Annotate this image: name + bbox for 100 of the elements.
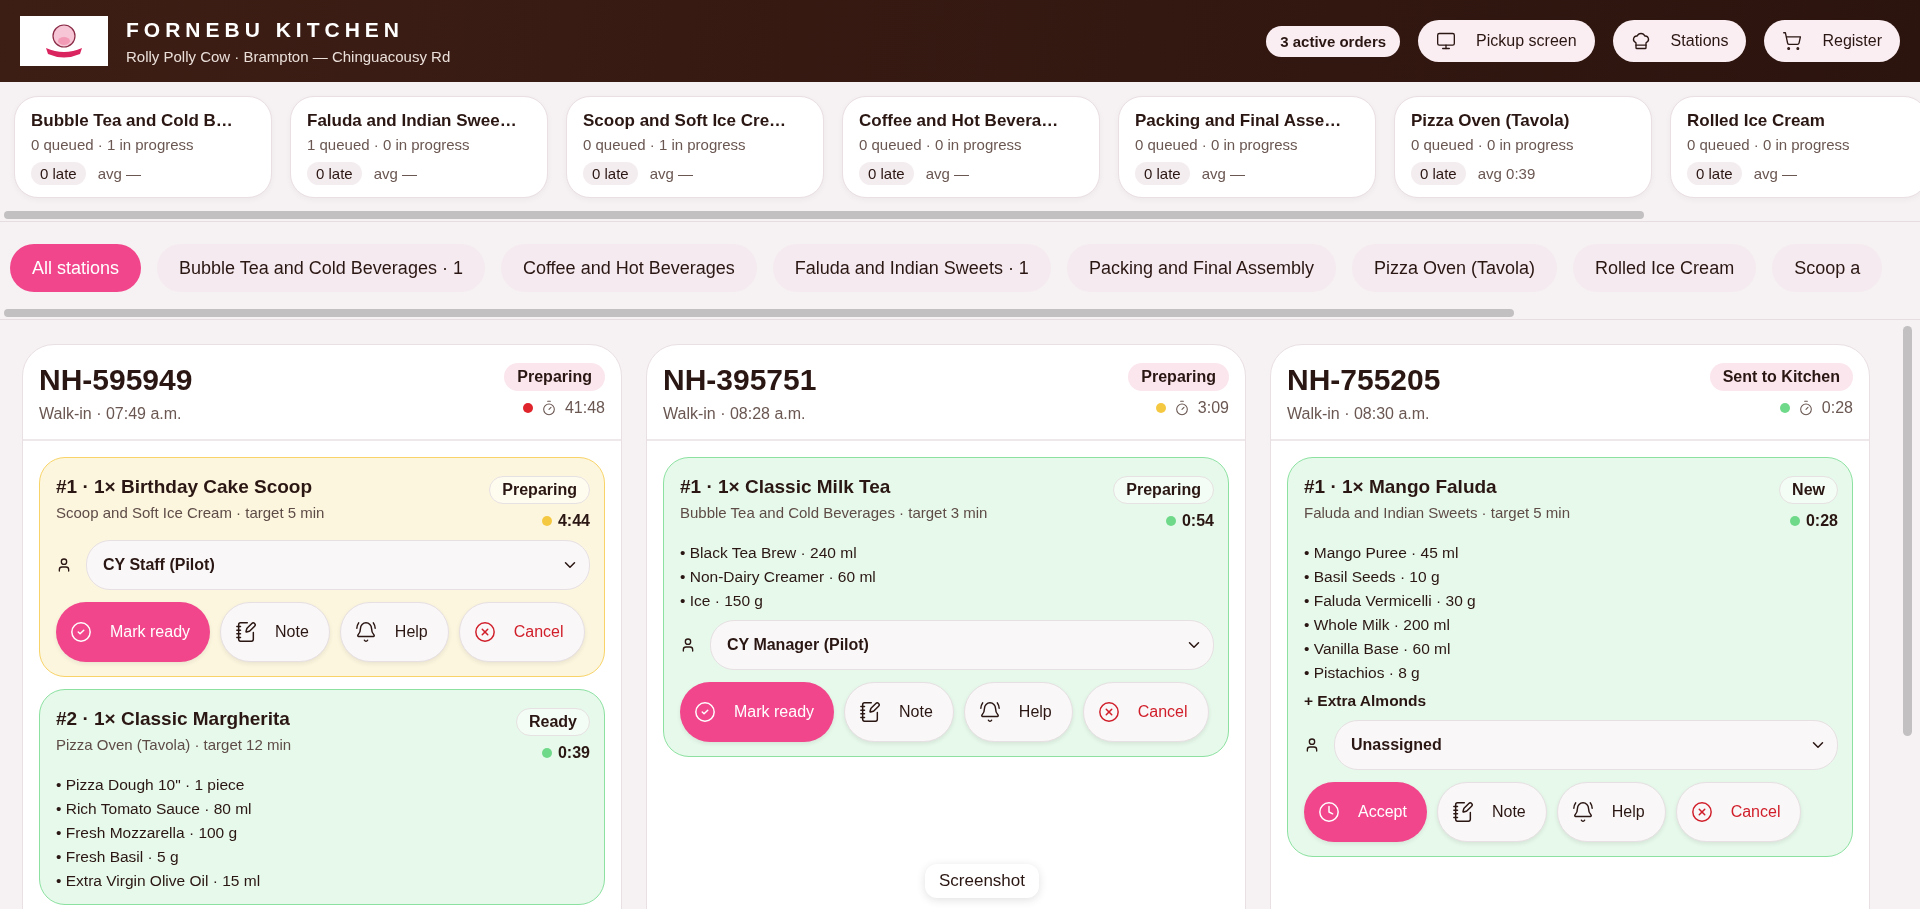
note-button[interactable]: Note xyxy=(1436,782,1547,842)
item-station: Faluda and Indian Sweets · target 5 min xyxy=(1304,504,1570,521)
cart-icon xyxy=(1782,31,1803,51)
station-counts: 0 queued · 0 in progress xyxy=(1687,136,1851,153)
monitor-icon xyxy=(1436,31,1457,51)
note-button[interactable]: Note xyxy=(844,682,954,742)
header-button[interactable]: Pickup screen xyxy=(1418,20,1595,62)
average-time: avg — xyxy=(925,165,970,182)
station-filter-chip[interactable]: Rolled Ice Cream xyxy=(1573,244,1757,292)
average-time: avg — xyxy=(1753,165,1798,182)
station-counts: 1 queued · 0 in progress xyxy=(307,136,471,153)
ingredient-line: • Ice · 150 g xyxy=(680,592,764,610)
order-meta: Walk-in · 07:49 a.m. xyxy=(39,405,183,423)
accept-button[interactable]: Accept xyxy=(1304,782,1427,842)
cancel-button[interactable]: Cancel xyxy=(1082,682,1209,742)
average-time: avg 0:39 xyxy=(1477,165,1536,182)
order-timer: 0:28 xyxy=(1821,399,1853,417)
order-timer: 41:48 xyxy=(564,399,605,417)
item-title: #1 · 1× Mango Faluda xyxy=(1304,476,1498,498)
assignee-select[interactable]: CY Staff (Pilot) xyxy=(86,540,590,590)
horizontal-scrollbar[interactable] xyxy=(4,211,1644,219)
stopwatch-icon xyxy=(1797,400,1814,416)
order-timer: 3:09 xyxy=(1197,399,1229,417)
extra-note: + Extra Almonds xyxy=(1304,692,1428,710)
ingredient-line: • Fresh Basil · 5 g xyxy=(56,848,180,866)
mark-ready-button[interactable]: Mark ready xyxy=(680,682,835,742)
stopwatch-icon xyxy=(1173,400,1190,416)
assignee-select[interactable]: Unassigned xyxy=(1334,720,1838,770)
assignee-select[interactable]: CY Manager (Pilot) xyxy=(710,620,1214,670)
notebook-icon xyxy=(1451,801,1474,823)
app-title: FORNEBU KITCHEN xyxy=(126,17,405,42)
station-filter-chip[interactable]: Faluda and Indian Sweets · 1 xyxy=(772,244,1051,292)
ingredient-line: • Vanilla Base · 60 ml xyxy=(1304,640,1452,658)
ingredient-line: • Basil Seeds · 10 g xyxy=(1304,568,1441,586)
person-icon xyxy=(56,557,72,573)
tooltip: Screenshot xyxy=(925,864,1039,898)
station-counts: 0 queued · 1 in progress xyxy=(583,136,747,153)
station-filter-chip[interactable]: Bubble Tea and Cold Beverages · 1 xyxy=(157,244,485,292)
station-filter-chip[interactable]: All stations xyxy=(10,244,142,292)
item-status-badge: Preparing xyxy=(489,476,590,504)
average-time: avg — xyxy=(1201,165,1246,182)
station-card[interactable]: Bubble Tea and Cold B… 0 queued · 1 in progress 0 late avg — xyxy=(14,96,272,198)
header-button[interactable]: Register xyxy=(1764,20,1900,62)
station-card[interactable]: Coffee and Hot Bevera… 0 queued · 0 in progress 0 late avg — xyxy=(842,96,1100,198)
station-name: Bubble Tea and Cold B… xyxy=(31,111,234,131)
item-timer: 4:44 xyxy=(557,512,590,530)
horizontal-scrollbar[interactable] xyxy=(4,309,1514,317)
item-station: Pizza Oven (Tavola) · target 12 min xyxy=(56,736,292,753)
average-time: avg — xyxy=(97,165,142,182)
header-button[interactable]: Stations xyxy=(1612,20,1747,62)
vertical-scrollbar[interactable] xyxy=(1903,326,1912,736)
close-circle-icon xyxy=(473,621,496,643)
note-button[interactable]: Note xyxy=(220,602,330,662)
station-name: Pizza Oven (Tavola) xyxy=(1411,111,1571,131)
ingredient-line: • Fresh Mozzarella · 100 g xyxy=(56,824,239,842)
ingredient-line: • Black Tea Brew · 240 ml xyxy=(680,544,858,562)
station-counts: 0 queued · 0 in progress xyxy=(1411,136,1575,153)
station-card[interactable]: Packing and Final Asse… 0 queued · 0 in progress 0 late avg — xyxy=(1118,96,1376,198)
station-card[interactable]: Pizza Oven (Tavola) 0 queued · 0 in progress 0 late avg 0:39 xyxy=(1394,96,1652,198)
late-count: 0 late xyxy=(1135,162,1190,185)
notebook-icon xyxy=(235,621,258,643)
mark-ready-button[interactable]: Mark ready xyxy=(56,602,211,662)
help-button[interactable]: Help xyxy=(339,602,449,662)
notebook-icon xyxy=(859,701,882,723)
late-count: 0 late xyxy=(1411,162,1466,185)
late-count: 0 late xyxy=(307,162,362,185)
order-status-badge: Preparing xyxy=(1128,363,1229,391)
active-orders-badge: 3 active orders xyxy=(1266,25,1401,57)
cancel-button[interactable]: Cancel xyxy=(1675,782,1802,842)
station-card[interactable]: Faluda and Indian Swee… 1 queued · 0 in progress 0 late avg — xyxy=(290,96,548,198)
station-filter-chip[interactable]: Packing and Final Assembly xyxy=(1066,244,1336,292)
order-number: NH-395751 xyxy=(663,363,817,397)
station-card[interactable]: Scoop and Soft Ice Cre… 0 queued · 1 in progress 0 late avg — xyxy=(566,96,824,198)
station-filter-chip[interactable]: Coffee and Hot Beverages xyxy=(500,244,757,292)
station-filter-chip[interactable]: Pizza Oven (Tavola) xyxy=(1352,244,1558,292)
late-count: 0 late xyxy=(1687,162,1742,185)
item-status-badge: New xyxy=(1779,476,1838,504)
item-station: Scoop and Soft Ice Cream · target 5 min xyxy=(56,504,325,521)
order-number: NH-595949 xyxy=(39,363,193,397)
late-count: 0 late xyxy=(859,162,914,185)
average-time: avg — xyxy=(649,165,694,182)
ingredient-line: • Rich Tomato Sauce · 80 ml xyxy=(56,800,253,818)
station-name: Faluda and Indian Swee… xyxy=(307,111,518,131)
station-counts: 0 queued · 0 in progress xyxy=(1135,136,1299,153)
help-button[interactable]: Help xyxy=(1556,782,1666,842)
cancel-button[interactable]: Cancel xyxy=(458,602,585,662)
order-number: NH-755205 xyxy=(1287,363,1441,397)
help-button[interactable]: Help xyxy=(963,682,1073,742)
item-title: #2 · 1× Classic Margherita xyxy=(56,708,291,730)
order-status-badge: Sent to Kitchen xyxy=(1709,363,1853,391)
average-time: avg — xyxy=(373,165,418,182)
item-status-badge: Preparing xyxy=(1113,476,1214,504)
station-name: Rolled Ice Cream xyxy=(1687,111,1826,131)
item-timer: 0:54 xyxy=(1181,512,1214,530)
close-circle-icon xyxy=(1097,701,1120,723)
station-filter-chip[interactable]: Scoop a xyxy=(1772,244,1883,292)
location-subtitle: Rolly Polly Cow · Brampton — Chinguacousy Rd xyxy=(126,47,452,65)
item-title: #1 · 1× Classic Milk Tea xyxy=(680,476,892,498)
late-count: 0 late xyxy=(31,162,86,185)
station-card[interactable]: Rolled Ice Cream 0 queued · 0 in progress 0 late avg — xyxy=(1670,96,1920,198)
